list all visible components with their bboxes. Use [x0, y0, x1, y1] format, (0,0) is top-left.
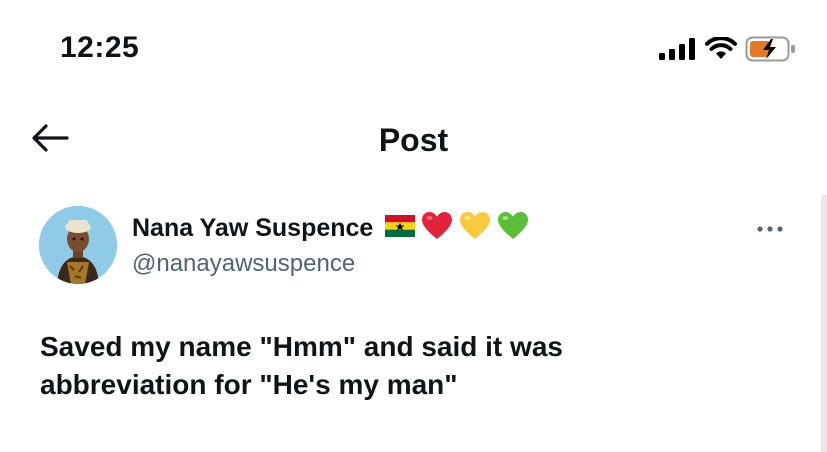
display-name-row: Nana Yaw Suspence — [132, 210, 529, 246]
scrollbar[interactable] — [821, 195, 827, 452]
post-author[interactable]: Nana Yaw Suspence @nanayawsuspence — [132, 210, 529, 280]
avatar[interactable] — [39, 206, 117, 284]
green-heart-icon — [497, 211, 529, 246]
status-icons — [659, 36, 797, 67]
post-text: Saved my name "Hmm" and said it was abbr… — [40, 331, 563, 400]
more-horizontal-icon — [757, 219, 783, 237]
ghana-flag-icon — [385, 214, 416, 242]
display-name: Nana Yaw Suspence — [132, 214, 374, 242]
more-options-button[interactable] — [755, 216, 785, 240]
cellular-signal-icon — [659, 38, 697, 65]
battery-charging-icon — [745, 36, 797, 67]
wifi-icon — [705, 36, 737, 66]
yellow-heart-icon — [459, 211, 491, 246]
page-title: Post — [378, 122, 449, 158]
user-handle: @nanayawsuspence — [132, 250, 356, 277]
post-screen: 12:25 Post Nana Yaw Suspence @nanayawsus… — [0, 0, 827, 452]
status-time: 12:25 — [60, 31, 140, 64]
red-heart-icon — [421, 211, 453, 246]
